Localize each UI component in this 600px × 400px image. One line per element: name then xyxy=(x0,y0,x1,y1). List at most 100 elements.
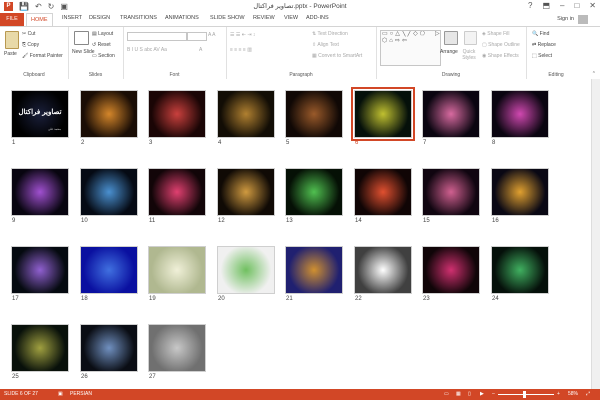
section-button[interactable]: ▭ Section xyxy=(92,53,115,59)
slide-number-19: 19 xyxy=(149,296,156,302)
font-format-icons[interactable]: B I U S abc AV Aa xyxy=(127,47,167,53)
tab-transitions[interactable]: TRANSITIONS xyxy=(120,15,157,21)
layout-button[interactable]: ▤ Layout xyxy=(92,31,113,37)
new-slide-icon[interactable] xyxy=(74,31,89,45)
slide-thumbnail-8[interactable] xyxy=(491,90,549,138)
slide-thumbnail-13[interactable] xyxy=(285,168,343,216)
slide-thumbnail-22[interactable] xyxy=(354,246,412,294)
quick-styles-button[interactable]: Quick Styles xyxy=(460,49,478,61)
shape-effects-button[interactable]: ◉ Shape Effects xyxy=(482,53,519,59)
tab-design[interactable]: DESIGN xyxy=(89,15,110,21)
minimize-button[interactable]: – xyxy=(560,1,564,10)
cut-button[interactable]: ✂ Cut xyxy=(22,31,35,37)
tab-add-ins[interactable]: ADD-INS xyxy=(306,15,329,21)
slide-sorter-view-icon[interactable]: ▦ xyxy=(456,391,461,397)
slides-group-label: Slides xyxy=(88,72,103,78)
align-icons[interactable]: ≡ ≡ ≡ ≡ ▥ xyxy=(230,47,252,53)
vertical-scrollbar[interactable] xyxy=(591,79,600,389)
zoom-out-button[interactable]: – xyxy=(492,391,495,397)
font-grow-icon[interactable]: A A xyxy=(208,32,216,38)
select-button[interactable]: ⬚ Select xyxy=(532,53,552,59)
slide-thumbnail-19[interactable] xyxy=(148,246,206,294)
slide-thumbnail-15[interactable] xyxy=(422,168,480,216)
shape-effects-label: Shape Effects xyxy=(487,53,519,59)
proofing-icon[interactable]: ▣ xyxy=(58,391,63,397)
slide-thumbnail-24[interactable] xyxy=(491,246,549,294)
convert-smartart-button[interactable]: ▦ Convert to SmartArt xyxy=(312,53,362,59)
slide-thumbnail-17[interactable] xyxy=(11,246,69,294)
reset-button[interactable]: ↺ Reset xyxy=(92,42,111,48)
slide-thumbnail-12[interactable] xyxy=(217,168,275,216)
shapes-gallery[interactable]: ▭○△╲╱◇⬠⌒▷□▢◯☆{}⬡⌂⇨⇦ xyxy=(380,30,441,66)
paste-button[interactable]: Paste xyxy=(4,51,17,57)
find-button[interactable]: 🔍 Find xyxy=(532,31,549,37)
copy-button[interactable]: ⎘ Copy xyxy=(22,42,39,48)
sign-in-link[interactable]: Sign in xyxy=(557,16,574,22)
editing-group-label: Editing xyxy=(548,72,564,78)
avatar[interactable] xyxy=(578,15,588,24)
font-color-icon[interactable]: A xyxy=(199,47,202,53)
slideshow-view-icon[interactable]: ▶ xyxy=(480,391,484,397)
font-size-combo[interactable] xyxy=(187,32,207,41)
collapse-ribbon-icon[interactable]: ⌃ xyxy=(592,71,596,77)
zoom-slider-thumb[interactable] xyxy=(523,391,526,398)
convert-smartart-label: Convert to SmartArt xyxy=(318,53,363,59)
slide-thumbnail-7[interactable] xyxy=(422,90,480,138)
fit-to-window-icon[interactable]: ⤢ xyxy=(586,391,590,397)
maximize-button[interactable]: □ xyxy=(574,1,579,10)
slide-thumbnail-26[interactable] xyxy=(80,324,138,372)
slide-number-21: 21 xyxy=(286,296,293,302)
format-painter-button[interactable]: 🖌 Format Painter xyxy=(22,53,63,59)
slide-thumbnail-18[interactable] xyxy=(80,246,138,294)
slide-thumbnail-14[interactable] xyxy=(354,168,412,216)
ribbon-display-icon[interactable]: ⬒ xyxy=(542,1,550,10)
arrange-button[interactable]: Arrange xyxy=(440,49,458,55)
slide-thumbnail-16[interactable] xyxy=(491,168,549,216)
tab-home[interactable]: HOME xyxy=(26,13,53,27)
language-status[interactable]: PERSIAN xyxy=(70,391,92,397)
shape-outline-button[interactable]: ▢ Shape Outline xyxy=(482,42,520,48)
help-button[interactable]: ? xyxy=(528,1,532,10)
tab-slide-show[interactable]: SLIDE SHOW xyxy=(210,15,245,21)
text-direction-button[interactable]: ⇅ Text Direction xyxy=(312,31,348,37)
tab-review[interactable]: REVIEW xyxy=(253,15,275,21)
slide-number-4: 4 xyxy=(218,140,222,146)
close-button[interactable]: ✕ xyxy=(589,1,596,10)
reading-view-icon[interactable]: ▯ xyxy=(468,391,471,397)
slide-number-14: 14 xyxy=(355,218,362,224)
quick-styles-icon[interactable] xyxy=(464,31,477,45)
tab-insert[interactable]: INSERT xyxy=(62,15,82,21)
slide-thumbnail-5[interactable] xyxy=(285,90,343,138)
slide-thumbnail-21[interactable] xyxy=(285,246,343,294)
slide-count-status: SLIDE 6 OF 27 xyxy=(4,391,38,397)
tab-animations[interactable]: ANIMATIONS xyxy=(165,15,199,21)
slide-thumbnail-2[interactable] xyxy=(80,90,138,138)
slide-thumbnail-4[interactable] xyxy=(217,90,275,138)
tab-file[interactable]: FILE xyxy=(0,13,24,26)
align-text-button[interactable]: ⇳ Align Text xyxy=(312,42,339,48)
slide-thumbnail-20[interactable] xyxy=(217,246,275,294)
slide-thumbnail-23[interactable] xyxy=(422,246,480,294)
zoom-level[interactable]: 58% xyxy=(568,391,578,397)
slide-thumbnail-10[interactable] xyxy=(80,168,138,216)
paragraph-group: ☰ ☰ ⇤ ⇥ ↕ ≡ ≡ ≡ ≡ ▥ ⇅ Text Direction ⇳ A… xyxy=(226,27,377,79)
shape-fill-button[interactable]: ◈ Shape Fill xyxy=(482,31,509,37)
slide-thumbnail-3[interactable] xyxy=(148,90,206,138)
slide-thumbnail-9[interactable] xyxy=(11,168,69,216)
slide-thumbnail-11[interactable] xyxy=(148,168,206,216)
tab-view[interactable]: VIEW xyxy=(284,15,298,21)
zoom-slider[interactable] xyxy=(498,394,554,395)
slide-thumbnail-27[interactable] xyxy=(148,324,206,372)
slide-thumbnail-1[interactable]: تصاویر فراکتال محمد علی xyxy=(11,90,69,138)
list-icons[interactable]: ☰ ☰ ⇤ ⇥ ↕ xyxy=(230,32,255,38)
editing-group: 🔍 Find ⇄ Replace ⬚ Select Editing xyxy=(526,27,586,79)
paste-icon[interactable] xyxy=(5,31,19,49)
zoom-in-button[interactable]: + xyxy=(557,391,560,397)
arrange-icon[interactable] xyxy=(444,31,458,45)
slide-thumbnail-25[interactable] xyxy=(11,324,69,372)
font-name-combo[interactable] xyxy=(127,32,187,41)
normal-view-icon[interactable]: ▭ xyxy=(444,391,449,397)
slide-number-12: 12 xyxy=(218,218,225,224)
slide-thumbnail-6[interactable] xyxy=(351,87,415,141)
replace-button[interactable]: ⇄ Replace xyxy=(532,42,556,48)
